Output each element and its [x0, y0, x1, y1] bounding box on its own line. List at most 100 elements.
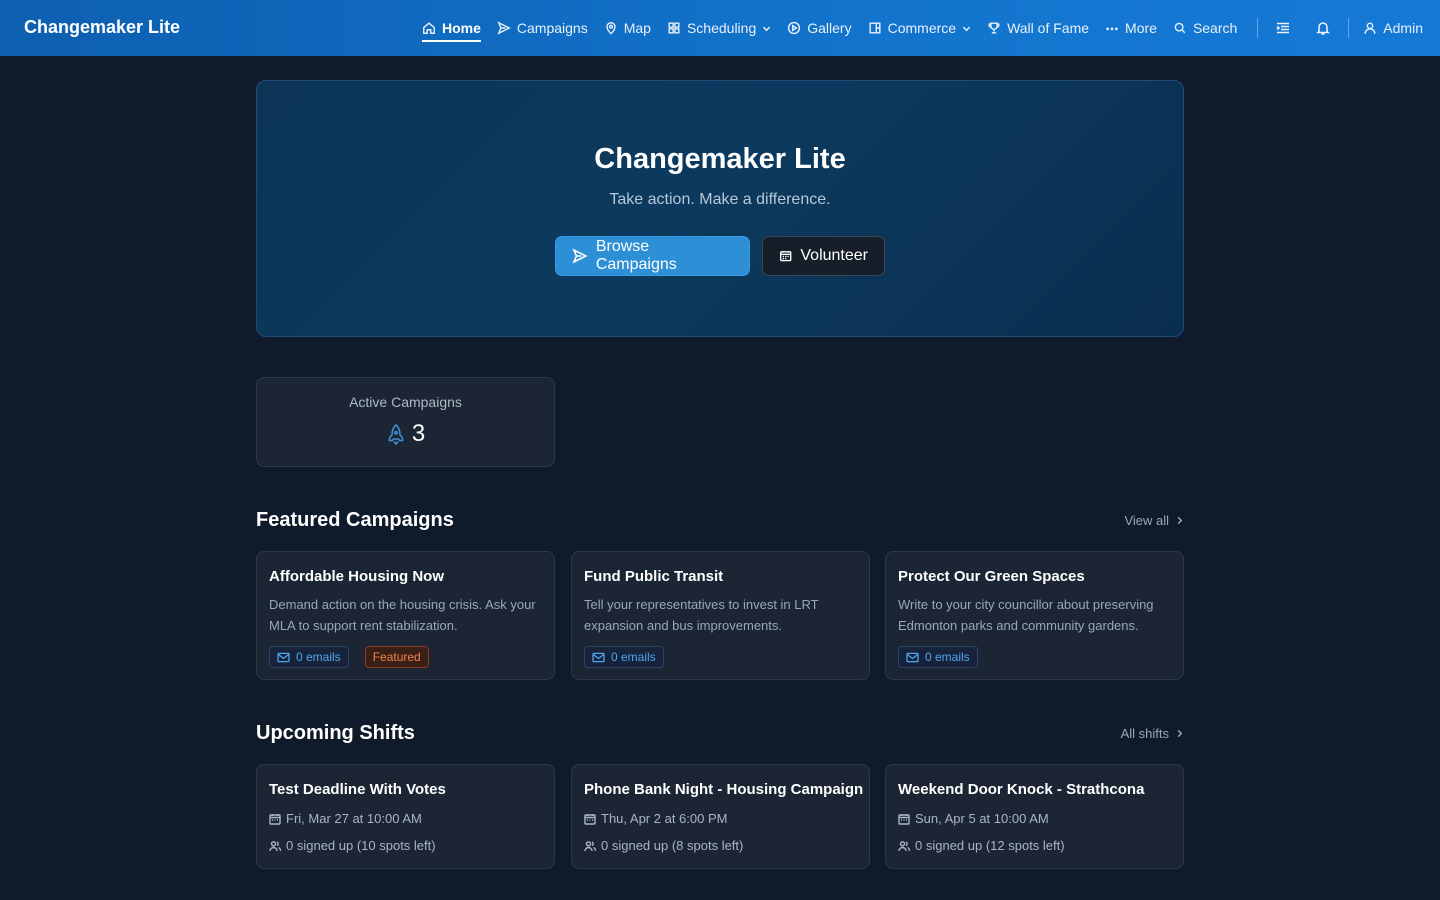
shift-date-row: Thu, Apr 2 at 6:00 PM	[584, 811, 727, 826]
campaign-card[interactable]: Affordable Housing Now Demand action on …	[256, 551, 555, 680]
nav-campaigns[interactable]: Campaigns	[497, 0, 588, 56]
brand-logo[interactable]: Changemaker Lite	[24, 17, 180, 38]
calendar-icon	[269, 813, 281, 825]
nav-commerce-label: Commerce	[887, 20, 957, 36]
chevron-right-icon	[1177, 516, 1183, 525]
play-circle-icon	[788, 21, 801, 35]
ellipsis-icon	[1106, 27, 1118, 31]
nav-more-label: More	[1125, 20, 1157, 36]
campaign-badges: 0 emails	[584, 646, 664, 668]
nav-commerce[interactable]: Commerce	[868, 0, 971, 56]
stat-value: 3	[411, 420, 426, 447]
main-nav: Home Campaigns Map Scheduling Gallery Co…	[422, 0, 1439, 56]
shift-date: Sun, Apr 5 at 10:00 AM	[915, 811, 1049, 826]
stat-value-row: 3	[257, 420, 554, 448]
stat-label: Active Campaigns	[349, 394, 462, 410]
campaign-title: Fund Public Transit	[584, 568, 724, 585]
search-icon	[1174, 22, 1186, 34]
view-all-link[interactable]: View all	[1124, 513, 1184, 528]
volunteer-button[interactable]: Volunteer	[762, 236, 885, 276]
all-shifts-link[interactable]: All shifts	[1121, 726, 1184, 741]
mail-icon	[906, 652, 919, 662]
calendar-icon	[584, 813, 596, 825]
shift-date-row: Sun, Apr 5 at 10:00 AM	[898, 811, 1049, 826]
email-count-badge: 0 emails	[269, 646, 349, 668]
chevron-down-icon	[962, 26, 971, 31]
shift-signups-row: 0 signed up (12 spots left)	[898, 838, 1065, 853]
nav-gallery[interactable]: Gallery	[787, 0, 852, 56]
featured-campaigns-heading: Featured Campaigns	[256, 509, 454, 531]
campaign-description: Tell your representatives to invest in L…	[584, 597, 819, 633]
campaign-title: Affordable Housing Now	[269, 568, 444, 585]
campaign-badges: 0 emails	[898, 646, 978, 668]
email-count-badge: 0 emails	[584, 646, 664, 668]
list-indent-icon	[1276, 22, 1290, 34]
campaign-card[interactable]: Protect Our Green Spaces Write to your c…	[885, 551, 1184, 680]
shift-title: Weekend Door Knock - Strathcona	[898, 781, 1145, 798]
nav-more[interactable]: More	[1105, 0, 1157, 56]
hero-title: Changemaker Lite	[594, 143, 846, 175]
nav-scheduling[interactable]: Scheduling	[667, 0, 771, 56]
campaign-card[interactable]: Fund Public Transit Tell your representa…	[571, 551, 870, 680]
campaign-description: Write to your city councillor about pres…	[898, 597, 1154, 633]
shift-signups: 0 signed up (12 spots left)	[915, 838, 1065, 853]
admin-menu[interactable]: Admin	[1363, 0, 1423, 56]
send-icon	[572, 248, 588, 264]
shift-signups: 0 signed up (8 spots left)	[601, 838, 744, 853]
volunteer-label: Volunteer	[800, 247, 868, 264]
users-icon	[584, 840, 596, 851]
browse-campaigns-label: Browse Campaigns	[595, 238, 677, 273]
calendar-icon	[898, 813, 910, 825]
nav-wall-of-fame[interactable]: Wall of Fame	[987, 0, 1089, 56]
email-count: 0 emails	[611, 650, 656, 664]
all-shifts-label: All shifts	[1120, 726, 1169, 741]
users-icon	[269, 840, 281, 851]
shift-date: Fri, Mar 27 at 10:00 AM	[286, 811, 422, 826]
nav-wall-of-fame-label: Wall of Fame	[1007, 20, 1090, 36]
shift-card[interactable]: Phone Bank Night - Housing Campaign Thu,…	[571, 764, 870, 869]
shift-card[interactable]: Test Deadline With Votes Fri, Mar 27 at …	[256, 764, 555, 869]
hero-banner: Changemaker Lite Take action. Make a dif…	[256, 80, 1184, 337]
nav-map-label: Map	[623, 20, 651, 36]
trophy-icon	[988, 22, 1000, 34]
upcoming-shifts-heading: Upcoming Shifts	[256, 722, 415, 744]
browse-campaigns-button[interactable]: Browse Campaigns	[555, 236, 750, 276]
shift-signups: 0 signed up (10 spots left)	[286, 838, 436, 853]
nav-map[interactable]: Map	[604, 0, 651, 56]
shift-signups-row: 0 signed up (10 spots left)	[269, 838, 436, 853]
campaign-badges: 0 emails Featured	[269, 646, 429, 668]
calendar-icon	[780, 250, 792, 262]
send-icon	[497, 21, 511, 35]
shift-title: Test Deadline With Votes	[269, 781, 446, 798]
shift-date: Thu, Apr 2 at 6:00 PM	[601, 811, 728, 826]
email-count: 0 emails	[296, 650, 341, 664]
nav-gallery-label: Gallery	[807, 20, 852, 36]
map-pin-icon	[606, 22, 616, 35]
view-all-label: View all	[1124, 513, 1169, 528]
user-icon	[1364, 22, 1376, 34]
nav-home-label: Home	[442, 20, 481, 36]
nav-campaigns-label: Campaigns	[516, 20, 588, 36]
chevron-right-icon	[1177, 729, 1183, 738]
nav-search[interactable]: Search	[1173, 0, 1237, 56]
active-campaigns-stat: Active Campaigns 3	[256, 377, 555, 467]
nav-scheduling-label: Scheduling	[686, 20, 757, 36]
top-nav-bar: Changemaker Lite Home Campaigns Map Sche…	[0, 0, 1440, 56]
menu-toggle-button[interactable]	[1272, 0, 1294, 56]
nav-divider	[1348, 18, 1350, 38]
shift-date-row: Fri, Mar 27 at 10:00 AM	[269, 811, 422, 826]
email-count-badge: 0 emails	[898, 646, 978, 668]
shift-signups-row: 0 signed up (8 spots left)	[584, 838, 743, 853]
shift-title: Phone Bank Night - Housing Campaign	[584, 781, 864, 798]
nav-home[interactable]: Home	[422, 0, 481, 56]
shift-card[interactable]: Weekend Door Knock - Strathcona Sun, Apr…	[885, 764, 1184, 869]
nav-divider	[1257, 18, 1259, 38]
featured-badge: Featured	[364, 646, 429, 668]
notifications-button[interactable]	[1312, 0, 1334, 56]
users-icon	[898, 840, 910, 851]
nav-search-label: Search	[1192, 20, 1238, 36]
hero-actions: Browse Campaigns Volunteer	[257, 236, 1183, 276]
grid-icon	[668, 22, 680, 34]
home-icon	[423, 22, 435, 34]
mail-icon	[592, 652, 605, 662]
